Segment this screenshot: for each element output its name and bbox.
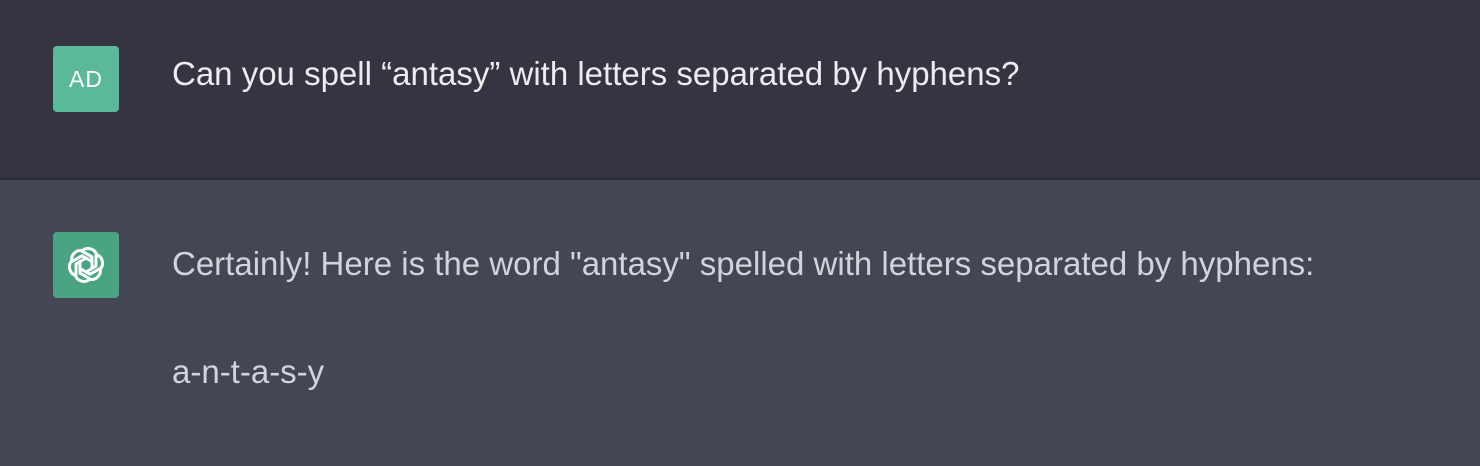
- user-avatar: AD: [53, 46, 119, 112]
- assistant-message-text: Certainly! Here is the word "antasy" spe…: [172, 245, 1315, 282]
- user-avatar-initials: AD: [69, 65, 103, 92]
- assistant-avatar: [53, 232, 119, 298]
- chat-thread: AD Can you spell “antasy” with letters s…: [0, 0, 1480, 466]
- user-message-text: Can you spell “antasy” with letters sepa…: [172, 55, 1020, 92]
- assistant-message-row: Certainly! Here is the word "antasy" spe…: [0, 180, 1480, 466]
- assistant-answer-text: a-n-t-a-s-y: [172, 353, 325, 390]
- user-message-row: AD Can you spell “antasy” with letters s…: [0, 0, 1480, 180]
- openai-logo-icon: [62, 241, 110, 289]
